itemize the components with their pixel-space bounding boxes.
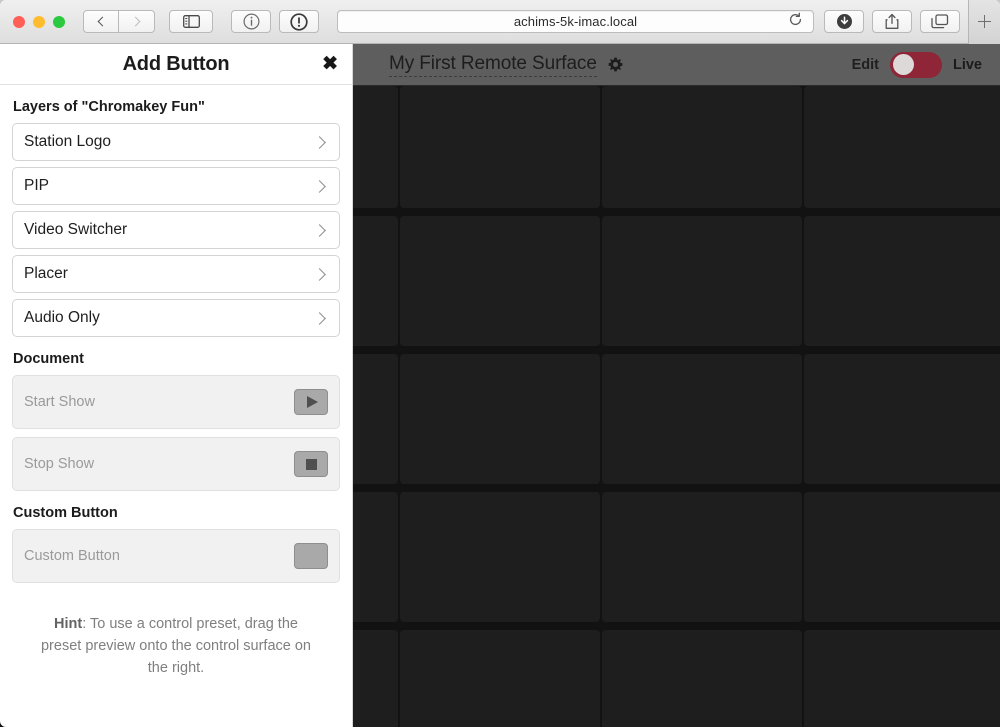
close-panel-button[interactable]: ✖ bbox=[322, 55, 338, 74]
grid-cell[interactable] bbox=[804, 86, 1000, 208]
preset-preview[interactable] bbox=[294, 451, 328, 477]
play-icon bbox=[306, 396, 318, 408]
chevron-right-icon bbox=[313, 135, 326, 149]
preset-custom-button[interactable]: Custom Button bbox=[12, 529, 340, 583]
grid-cell[interactable] bbox=[804, 492, 1000, 622]
share-icon bbox=[885, 13, 899, 29]
layer-item-label: Audio Only bbox=[24, 309, 100, 326]
layers-section-label: Layers of "Chromakey Fun" bbox=[13, 99, 205, 115]
new-tab-button[interactable] bbox=[968, 0, 1000, 44]
forward-button[interactable] bbox=[119, 10, 155, 33]
preset-preview[interactable] bbox=[294, 389, 328, 415]
panel-header: Add Button ✖ bbox=[0, 44, 352, 85]
address-bar[interactable]: achims-5k-imac.local bbox=[337, 10, 814, 33]
tab-overview-icon bbox=[931, 13, 949, 28]
layer-item-audio-only[interactable]: Audio Only bbox=[12, 299, 340, 337]
navigation-buttons bbox=[83, 10, 155, 33]
grid-cell[interactable] bbox=[602, 630, 802, 727]
custom-section-label: Custom Button bbox=[13, 505, 118, 521]
grid-cell[interactable] bbox=[353, 492, 398, 622]
hint-prefix: Hint bbox=[54, 616, 83, 632]
reload-button[interactable] bbox=[788, 12, 803, 32]
live-mode-label[interactable]: Live bbox=[953, 57, 982, 73]
sidebar-toggle-button[interactable] bbox=[169, 10, 213, 33]
grid-cell[interactable] bbox=[602, 492, 802, 622]
share-button[interactable] bbox=[872, 10, 912, 33]
chevron-right-icon bbox=[313, 179, 326, 193]
preset-start-show[interactable]: Start Show bbox=[12, 375, 340, 429]
browser-window: achims-5k-imac.local My First Remote Sur… bbox=[0, 0, 1000, 727]
grid-cell[interactable] bbox=[353, 630, 398, 727]
panel-title: Add Button bbox=[122, 52, 230, 75]
layer-item-label: Placer bbox=[24, 265, 68, 282]
button-grid bbox=[353, 86, 1000, 727]
grid-cell[interactable] bbox=[804, 354, 1000, 484]
grid-cell[interactable] bbox=[353, 86, 398, 208]
minimize-window-button[interactable] bbox=[33, 15, 45, 28]
document-section-label: Document bbox=[13, 351, 84, 367]
edit-mode-label[interactable]: Edit bbox=[852, 57, 879, 73]
chevron-right-icon bbox=[313, 311, 326, 325]
page-content: My First Remote Surface Edit Live Add Bu… bbox=[0, 44, 1000, 727]
panel-body: Layers of "Chromakey Fun" Station Logo P… bbox=[0, 99, 352, 679]
grid-cell[interactable] bbox=[804, 216, 1000, 346]
layer-item-pip[interactable]: PIP bbox=[12, 167, 340, 205]
close-window-button[interactable] bbox=[13, 15, 25, 28]
edit-live-toggle[interactable] bbox=[889, 51, 942, 78]
grid-cell[interactable] bbox=[400, 216, 600, 346]
zoom-window-button[interactable] bbox=[53, 15, 65, 28]
control-surface: My First Remote Surface Edit Live bbox=[353, 44, 1000, 727]
hint-text: Hint: To use a control preset, drag the … bbox=[12, 591, 340, 679]
surface-settings-button[interactable] bbox=[608, 57, 623, 72]
browser-toolbar: achims-5k-imac.local bbox=[0, 0, 1000, 44]
grid-cell[interactable] bbox=[602, 216, 802, 346]
grid-cell[interactable] bbox=[400, 630, 600, 727]
chevron-left-icon bbox=[97, 16, 108, 27]
tab-overview-button[interactable] bbox=[920, 10, 960, 33]
chevron-right-icon bbox=[313, 223, 326, 237]
toolbar-actions bbox=[824, 10, 960, 33]
download-icon bbox=[836, 14, 852, 29]
add-button-panel: Add Button ✖ Layers of "Chromakey Fun" S… bbox=[0, 44, 353, 727]
grid-cell[interactable] bbox=[400, 354, 600, 484]
grid-cell[interactable] bbox=[400, 492, 600, 622]
surface-title[interactable]: My First Remote Surface bbox=[389, 53, 597, 77]
info-circle-icon bbox=[242, 13, 260, 30]
downloads-button[interactable] bbox=[824, 10, 864, 33]
layer-item-placer[interactable]: Placer bbox=[12, 255, 340, 293]
layer-item-station-logo[interactable]: Station Logo bbox=[12, 123, 340, 161]
window-controls bbox=[0, 15, 65, 28]
onepassword-icon bbox=[290, 12, 308, 31]
stop-icon bbox=[305, 458, 317, 470]
chevron-right-icon bbox=[313, 267, 326, 281]
extension-buttons bbox=[231, 10, 319, 33]
reload-icon bbox=[790, 12, 802, 25]
preset-label: Start Show bbox=[24, 394, 95, 410]
onepassword-button[interactable] bbox=[279, 10, 319, 33]
grid-cell[interactable] bbox=[400, 86, 600, 208]
toggle-knob bbox=[892, 54, 914, 75]
mode-switcher: Edit Live bbox=[852, 51, 982, 78]
grid-cell[interactable] bbox=[602, 354, 802, 484]
grid-cell[interactable] bbox=[804, 630, 1000, 727]
grid-cell[interactable] bbox=[353, 354, 398, 484]
url-text: achims-5k-imac.local bbox=[513, 14, 638, 29]
hint-body: : To use a control preset, drag the pres… bbox=[40, 616, 311, 676]
grid-cell[interactable] bbox=[602, 86, 802, 208]
layer-item-label: Video Switcher bbox=[24, 221, 128, 238]
grid-cell[interactable] bbox=[353, 216, 398, 346]
back-button[interactable] bbox=[83, 10, 119, 33]
reader-info-button[interactable] bbox=[231, 10, 271, 33]
layer-item-label: Station Logo bbox=[24, 133, 112, 150]
layer-item-video-switcher[interactable]: Video Switcher bbox=[12, 211, 340, 249]
chevron-right-icon bbox=[130, 16, 140, 27]
sidebar-icon bbox=[182, 15, 200, 28]
surface-header: My First Remote Surface Edit Live bbox=[353, 44, 1000, 86]
preset-label: Custom Button bbox=[24, 548, 120, 564]
layer-item-label: PIP bbox=[24, 177, 49, 194]
preset-preview[interactable] bbox=[294, 543, 328, 569]
gear-icon bbox=[608, 57, 623, 72]
preset-stop-show[interactable]: Stop Show bbox=[12, 437, 340, 491]
preset-label: Stop Show bbox=[24, 456, 95, 472]
